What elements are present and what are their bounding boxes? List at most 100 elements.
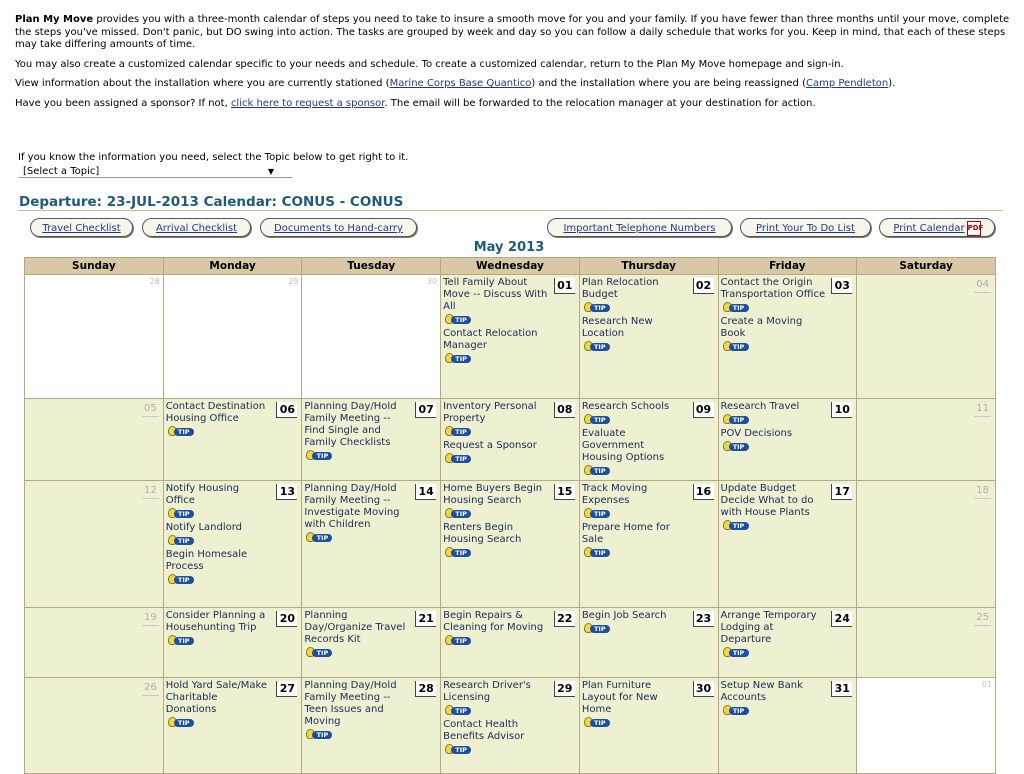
tip-icon[interactable]: TIP (445, 453, 473, 464)
tip-icon[interactable]: TIP (445, 635, 473, 646)
tip-icon[interactable]: TIP (306, 450, 334, 461)
task-item[interactable]: Decide What to do with House Plants (721, 495, 826, 519)
task-item[interactable]: POV Decisions (721, 428, 826, 440)
calendar-day-cell: 14 Planning Day/Hold Family Meeting -- In… (301, 480, 442, 608)
task-item[interactable]: Contact Destination Housing Office (166, 401, 271, 425)
quantico-link[interactable]: Marine Corps Base Quantico (390, 78, 532, 89)
calendar-day-cell: 25 (856, 607, 996, 678)
task-item[interactable]: Renters Begin Housing Search (443, 522, 548, 546)
tip-icon[interactable]: TIP (583, 623, 612, 634)
task-item[interactable]: Home Buyers Begin Housing Search (443, 483, 548, 507)
task-item[interactable]: Arrange Temporary Lodging at Departure (721, 610, 826, 646)
travel-checklist-button[interactable]: Travel Checklist (30, 218, 133, 237)
tip-badge: TIP (451, 637, 472, 645)
task-item[interactable]: Planning Day/Hold Family Meeting -- Teen… (304, 680, 409, 728)
task-item[interactable]: Planning Day/Hold Family Meeting -- Inve… (304, 483, 409, 531)
arrival-checklist-button[interactable]: Arrival Checklist (142, 218, 251, 237)
tip-icon[interactable]: TIP (583, 341, 612, 352)
task-item[interactable]: Contact the Origin Transportation Office (721, 277, 826, 301)
tip-icon[interactable]: TIP (167, 535, 196, 546)
tip-icon[interactable]: TIP (583, 414, 612, 425)
tip-icon[interactable]: TIP (722, 302, 751, 313)
task-item[interactable]: Consider Planning a Househunting Trip (166, 610, 271, 634)
tip-icon[interactable]: TIP (722, 520, 751, 531)
tip-icon[interactable]: TIP (167, 508, 196, 519)
task-item[interactable]: Plan Relocation Budget (582, 277, 687, 301)
request-sponsor-link[interactable]: click here to request a sponsor (231, 98, 385, 109)
task-item[interactable]: Update Budget (721, 483, 826, 495)
task-item[interactable]: Research Driver's Licensing (443, 680, 548, 704)
tip-badge: TIP (173, 637, 194, 645)
tip-badge: TIP (728, 416, 749, 424)
tip-icon[interactable]: TIP (306, 647, 334, 658)
tip-badge: TIP (451, 355, 472, 363)
task-item[interactable]: Plan Furniture Layout for New Home (582, 680, 687, 716)
tip-icon[interactable]: TIP (722, 341, 751, 352)
tip-icon[interactable]: TIP (583, 465, 612, 476)
task-item[interactable]: Notify Landlord (166, 522, 271, 534)
tip-badge: TIP (728, 443, 749, 451)
task-item[interactable]: Contact Health Benefits Advisor (443, 719, 548, 743)
task-item[interactable]: Planning Day/Organize Travel Records Kit (304, 610, 409, 646)
tip-icon[interactable]: TIP (583, 302, 612, 313)
documents-hand-carry-button[interactable]: Documents to Hand-carry (260, 218, 417, 237)
task-item[interactable]: Evaluate Government Housing Options (582, 428, 687, 464)
task-item[interactable]: Request a Sponsor (443, 440, 548, 452)
task-item[interactable]: Begin Job Search (582, 610, 687, 622)
tip-icon[interactable]: TIP (167, 574, 196, 585)
tip-icon[interactable]: TIP (722, 441, 751, 452)
tip-icon[interactable]: TIP (445, 426, 473, 437)
pendleton-link[interactable]: Camp Pendleton (806, 78, 888, 89)
task-item[interactable]: Notify Housing Office (166, 483, 271, 507)
day-number: 13 (276, 484, 298, 500)
tip-badge: TIP (728, 707, 749, 715)
tip-icon[interactable]: TIP (445, 314, 473, 325)
task-item[interactable]: Inventory Personal Property (443, 401, 548, 425)
day-number: 26 (141, 681, 159, 696)
day-number: 28 (415, 681, 437, 697)
task-item[interactable]: Research Schools (582, 401, 687, 413)
task-item[interactable]: Setup New Bank Accounts (721, 680, 826, 704)
task-item[interactable]: Planning Day/Hold Family Meeting -- Find… (304, 401, 409, 449)
task-item[interactable]: Tell Family About Move -- Discuss With A… (443, 277, 548, 313)
tip-badge: TIP (589, 343, 610, 351)
tip-icon[interactable]: TIP (445, 744, 473, 755)
important-phone-numbers-button[interactable]: Important Telephone Numbers (547, 218, 732, 237)
print-todo-list-button[interactable]: Print Your To Do List (740, 218, 871, 237)
tip-icon[interactable]: TIP (167, 635, 196, 646)
tip-icon[interactable]: TIP (583, 547, 612, 558)
tip-icon[interactable]: TIP (445, 353, 473, 364)
task-item[interactable]: Track Moving Expenses (582, 483, 687, 507)
tip-icon[interactable]: TIP (722, 705, 751, 716)
calendar-week-row: 28 29 30 01 Tell Family About Move -- Discus… (24, 274, 996, 399)
tip-icon[interactable]: TIP (167, 717, 196, 728)
tip-icon[interactable]: TIP (445, 705, 473, 716)
tip-icon[interactable]: TIP (722, 647, 751, 658)
task-item[interactable]: Begin Homesale Process (166, 549, 271, 573)
tip-badge: TIP (728, 343, 749, 351)
task-item[interactable]: Research Travel (721, 401, 826, 413)
topic-selector: If you know the information you need, se… (18, 152, 408, 178)
tip-icon[interactable]: TIP (445, 547, 473, 558)
task-item[interactable]: Contact Relocation Manager (443, 328, 548, 352)
topic-select[interactable]: [Select a Topic] ▼ (18, 164, 293, 178)
tip-icon[interactable]: TIP (583, 717, 612, 728)
day-number: 21 (415, 611, 437, 627)
tip-icon[interactable]: TIP (445, 508, 473, 519)
tip-icon[interactable]: TIP (306, 729, 334, 740)
tip-icon[interactable]: TIP (722, 414, 751, 425)
travel-checklist-label: Travel Checklist (42, 223, 121, 234)
print-calendar-button[interactable]: Print Calendar PDF (879, 218, 995, 237)
tip-badge: TIP (589, 549, 610, 557)
tip-icon[interactable]: TIP (583, 508, 612, 519)
task-item[interactable]: Research New Location (582, 316, 687, 340)
task-item[interactable]: Create a Moving Book (721, 316, 826, 340)
task-item[interactable]: Prepare Home for Sale (582, 522, 687, 546)
calendar-week-row: 05 06 Contact Destination Housing Office TI… (24, 398, 996, 481)
task-item[interactable]: Begin Repairs & Cleaning for Moving (443, 610, 548, 634)
tip-icon[interactable]: TIP (306, 532, 334, 543)
tip-badge: TIP (451, 510, 472, 518)
task-item[interactable]: Hold Yard Sale/Make Charitable Donations (166, 680, 271, 716)
tip-badge: TIP (451, 746, 472, 754)
tip-icon[interactable]: TIP (167, 426, 196, 437)
